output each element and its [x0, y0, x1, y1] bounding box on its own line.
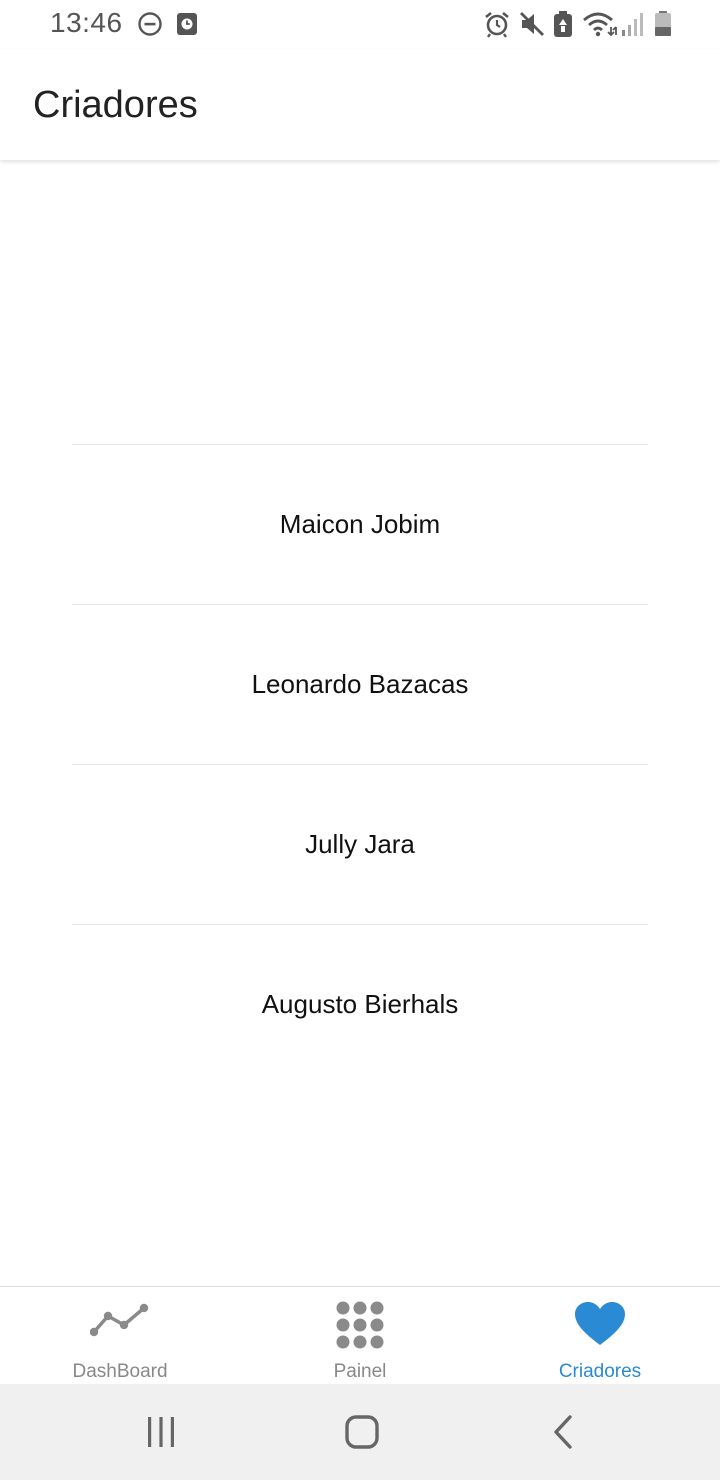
list-item[interactable]: Augusto Bierhals: [72, 924, 648, 1084]
tab-label: DashBoard: [72, 1361, 168, 1382]
status-bar: 13:46: [0, 0, 720, 50]
app-bar: Criadores: [0, 50, 720, 160]
line-chart-icon: [89, 1299, 150, 1344]
tab-label: Criadores: [558, 1361, 642, 1382]
alarm-icon: [483, 10, 511, 43]
screen-time-icon: [176, 10, 198, 43]
home-button[interactable]: [344, 1414, 380, 1455]
heart-icon: [574, 1301, 626, 1352]
battery-saver-icon: [553, 10, 573, 43]
recent-apps-icon: [148, 1417, 174, 1447]
tab-dashboard[interactable]: DashBoard: [0, 1287, 240, 1385]
home-icon: [345, 1415, 379, 1449]
tab-label: Painel: [333, 1361, 387, 1382]
creators-list: Maicon Jobim Leonardo Bazacas Jully Jara…: [72, 444, 648, 1084]
battery-icon: [654, 10, 672, 43]
recent-apps-button[interactable]: [145, 1414, 177, 1455]
creator-name: Maicon Jobim: [279, 509, 441, 539]
list-item[interactable]: Maicon Jobim: [72, 444, 648, 604]
wifi-icon: [582, 10, 618, 43]
system-navigation-bar: [0, 1384, 720, 1480]
mute-icon: [518, 10, 546, 43]
tab-painel[interactable]: Painel: [240, 1287, 480, 1385]
creator-name: Jully Jara: [305, 829, 415, 859]
list-item[interactable]: Jully Jara: [72, 764, 648, 924]
bottom-navigation: DashBoard Painel Criadores: [0, 1286, 720, 1384]
tab-criadores[interactable]: Criadores: [480, 1287, 720, 1385]
creator-name: Leonardo Bazacas: [251, 669, 469, 699]
status-time: 13:46: [50, 7, 123, 38]
creator-name: Augusto Bierhals: [261, 989, 459, 1019]
page-title: Criadores: [33, 84, 198, 126]
back-button[interactable]: [550, 1414, 578, 1455]
back-icon: [554, 1415, 572, 1449]
dots-grid-icon: [334, 1300, 386, 1357]
list-item[interactable]: Leonardo Bazacas: [72, 604, 648, 764]
do-not-disturb-icon: [137, 10, 163, 43]
signal-icon: [620, 10, 646, 43]
